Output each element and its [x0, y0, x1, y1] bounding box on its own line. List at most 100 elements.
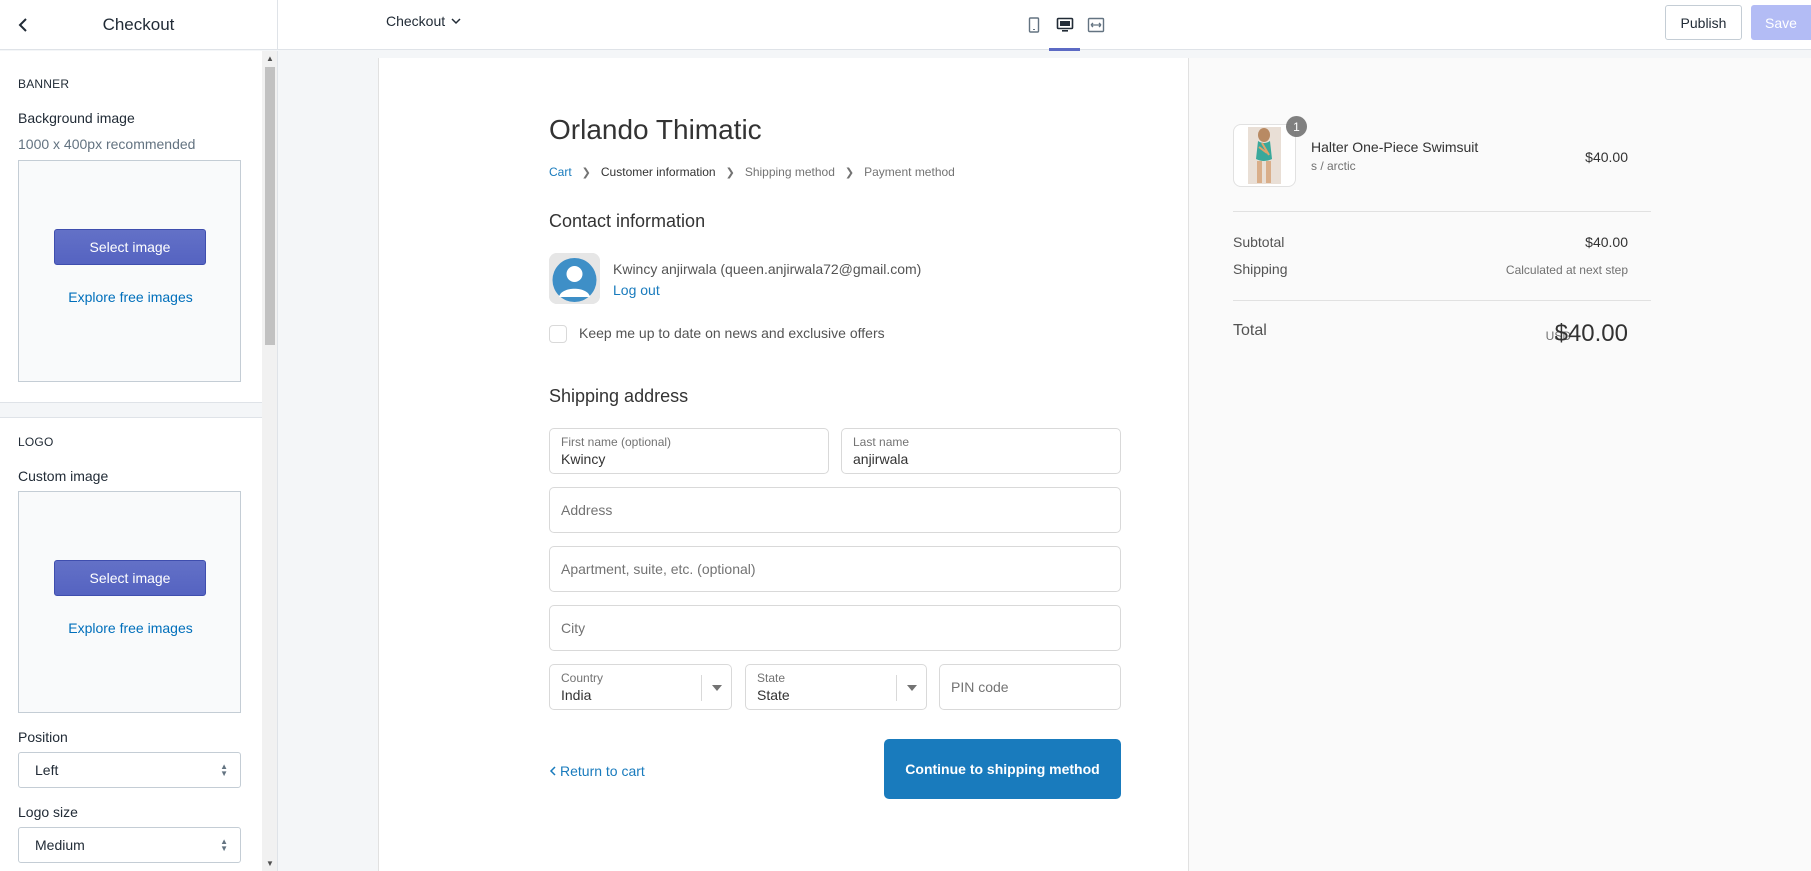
contact-information-heading: Contact information [549, 211, 706, 231]
page-selector[interactable]: Checkout [386, 13, 461, 29]
breadcrumb-payment-method: Payment method [864, 165, 955, 179]
product-thumbnail: 1 [1233, 116, 1307, 187]
banner-heading: BANNER [18, 77, 70, 91]
background-image-dropzone[interactable]: Select image Explore free images [18, 160, 241, 382]
total-label: Total [1233, 322, 1267, 339]
logo-select-image-button[interactable]: Select image [54, 560, 206, 596]
chevron-right-icon: ❯ [725, 166, 735, 179]
product-price: $40.00 [1585, 149, 1628, 165]
first-name-field[interactable]: First name (optional) Kwincy [549, 428, 829, 474]
country-label: Country [561, 671, 604, 685]
swimsuit-image-icon [1248, 127, 1281, 184]
city-field[interactable]: City [549, 605, 1121, 651]
select-arrows-icon: ▲ ▼ [220, 762, 228, 778]
chevron-right-icon: ❯ [844, 166, 855, 179]
save-button[interactable]: Save [1751, 5, 1811, 40]
banner-select-image-button[interactable]: Select image [54, 229, 206, 265]
banner-label-wrap: Background image [0, 110, 262, 126]
summary-divider [1233, 211, 1651, 212]
theme-settings-sidebar: BANNER Background image 1000 x 400px rec… [0, 51, 278, 871]
newsletter-checkbox[interactable] [549, 325, 567, 343]
caret-down-icon [701, 675, 731, 701]
last-name-value: anjirwala [853, 451, 909, 467]
scrollbar-thumb[interactable] [265, 67, 275, 345]
return-to-cart-label: Return to cart [560, 763, 645, 779]
total-value: $40.00 [1554, 320, 1628, 347]
subtotal-value: $40.00 [1585, 234, 1628, 250]
back-button[interactable] [10, 12, 36, 38]
order-summary: 1 Halter One-Piece Swimsuit s / arctic $… [1188, 58, 1811, 871]
breadcrumb-cart[interactable]: Cart [549, 165, 572, 179]
chevron-right-icon: ❯ [581, 166, 591, 179]
shipping-label: Shipping [1233, 261, 1288, 277]
state-select[interactable]: State State [745, 664, 927, 710]
mobile-icon [1028, 17, 1039, 33]
state-label: State [757, 671, 786, 685]
custom-image-label: Custom image [18, 468, 109, 484]
apartment-field[interactable]: Apartment, suite, etc. (optional) [549, 546, 1121, 592]
logout-link[interactable]: Log out [613, 282, 660, 298]
sidebar-header: Checkout [0, 0, 278, 50]
logo-size-value: Medium [35, 837, 85, 853]
banner-hint-wrap: 1000 x 400px recommended [0, 136, 262, 152]
pin-code-field[interactable]: PIN code [939, 664, 1121, 710]
fullscreen-view-button[interactable] [1080, 0, 1111, 50]
product-name: Halter One-Piece Swimsuit [1311, 139, 1479, 155]
apartment-placeholder: Apartment, suite, etc. (optional) [561, 561, 756, 577]
city-placeholder: City [561, 620, 586, 636]
country-select[interactable]: Country India [549, 664, 732, 710]
select-arrows-icon: ▲ ▼ [220, 837, 228, 853]
logo-heading: LOGO [18, 435, 54, 449]
state-value: State [757, 687, 790, 703]
newsletter-label[interactable]: Keep me up to date on news and exclusive… [579, 325, 885, 341]
breadcrumb: Cart ❯ Customer information ❯ Shipping m… [549, 165, 955, 179]
scroll-down-arrow-icon[interactable]: ▼ [262, 856, 277, 870]
logo-image-dropzone[interactable]: Select image Explore free images [18, 491, 241, 713]
banner-explore-free-images-link[interactable]: Explore free images [19, 289, 242, 305]
fullscreen-icon [1087, 17, 1104, 33]
breadcrumb-customer-information: Customer information [600, 165, 716, 179]
contact-name-email: Kwincy anjirwala (queen.anjirwala72@gmai… [613, 261, 922, 277]
last-name-field[interactable]: Last name anjirwala [841, 428, 1121, 474]
background-image-hint: 1000 x 400px recommended [18, 136, 196, 152]
position-label-wrap: Position [0, 729, 262, 745]
mobile-view-button[interactable] [1018, 0, 1049, 50]
avatar [549, 253, 600, 304]
logo-size-select[interactable]: Medium ▲ ▼ [18, 827, 241, 863]
quantity-badge: 1 [1286, 116, 1307, 137]
shipping-value: Calculated at next step [1505, 263, 1628, 277]
summary-divider [1233, 300, 1651, 301]
chevron-left-icon [18, 18, 27, 32]
logo-size-label-wrap: Logo size [0, 804, 262, 820]
logo-label-wrap: Custom image [0, 468, 262, 484]
shipping-address-heading: Shipping address [549, 386, 689, 406]
product-variant: s / arctic [1311, 159, 1356, 173]
position-label: Position [18, 729, 68, 745]
section-divider [0, 402, 262, 418]
user-avatar-icon [549, 253, 600, 304]
checkout-preview: Orlando Thimatic Cart ❯ Customer informa… [378, 58, 1811, 871]
sidebar-scrollbar[interactable]: ▲ ▼ [262, 51, 277, 871]
address-placeholder: Address [561, 502, 613, 518]
return-to-cart-link[interactable]: Return to cart [549, 763, 645, 779]
background-image-label: Background image [18, 110, 135, 126]
first-name-label: First name (optional) [561, 435, 672, 449]
logo-explore-free-images-link[interactable]: Explore free images [19, 620, 242, 636]
chevron-down-icon [451, 18, 461, 25]
desktop-view-button[interactable] [1049, 0, 1080, 51]
continue-to-shipping-button[interactable]: Continue to shipping method [884, 739, 1121, 799]
store-name[interactable]: Orlando Thimatic [549, 114, 762, 146]
scroll-up-arrow-icon[interactable]: ▲ [262, 51, 277, 65]
desktop-icon [1056, 17, 1073, 32]
caret-down-icon [896, 675, 926, 701]
subtotal-label: Subtotal [1233, 234, 1285, 250]
pin-code-placeholder: PIN code [951, 679, 1009, 695]
publish-button[interactable]: Publish [1665, 5, 1742, 40]
first-name-value: Kwincy [561, 451, 606, 467]
position-select[interactable]: Left ▲ ▼ [18, 752, 241, 788]
address-field[interactable]: Address [549, 487, 1121, 533]
editor-title: Checkout [102, 15, 175, 34]
country-value: India [561, 687, 592, 703]
page-selector-label: Checkout [386, 13, 446, 29]
chevron-left-icon [549, 766, 556, 776]
